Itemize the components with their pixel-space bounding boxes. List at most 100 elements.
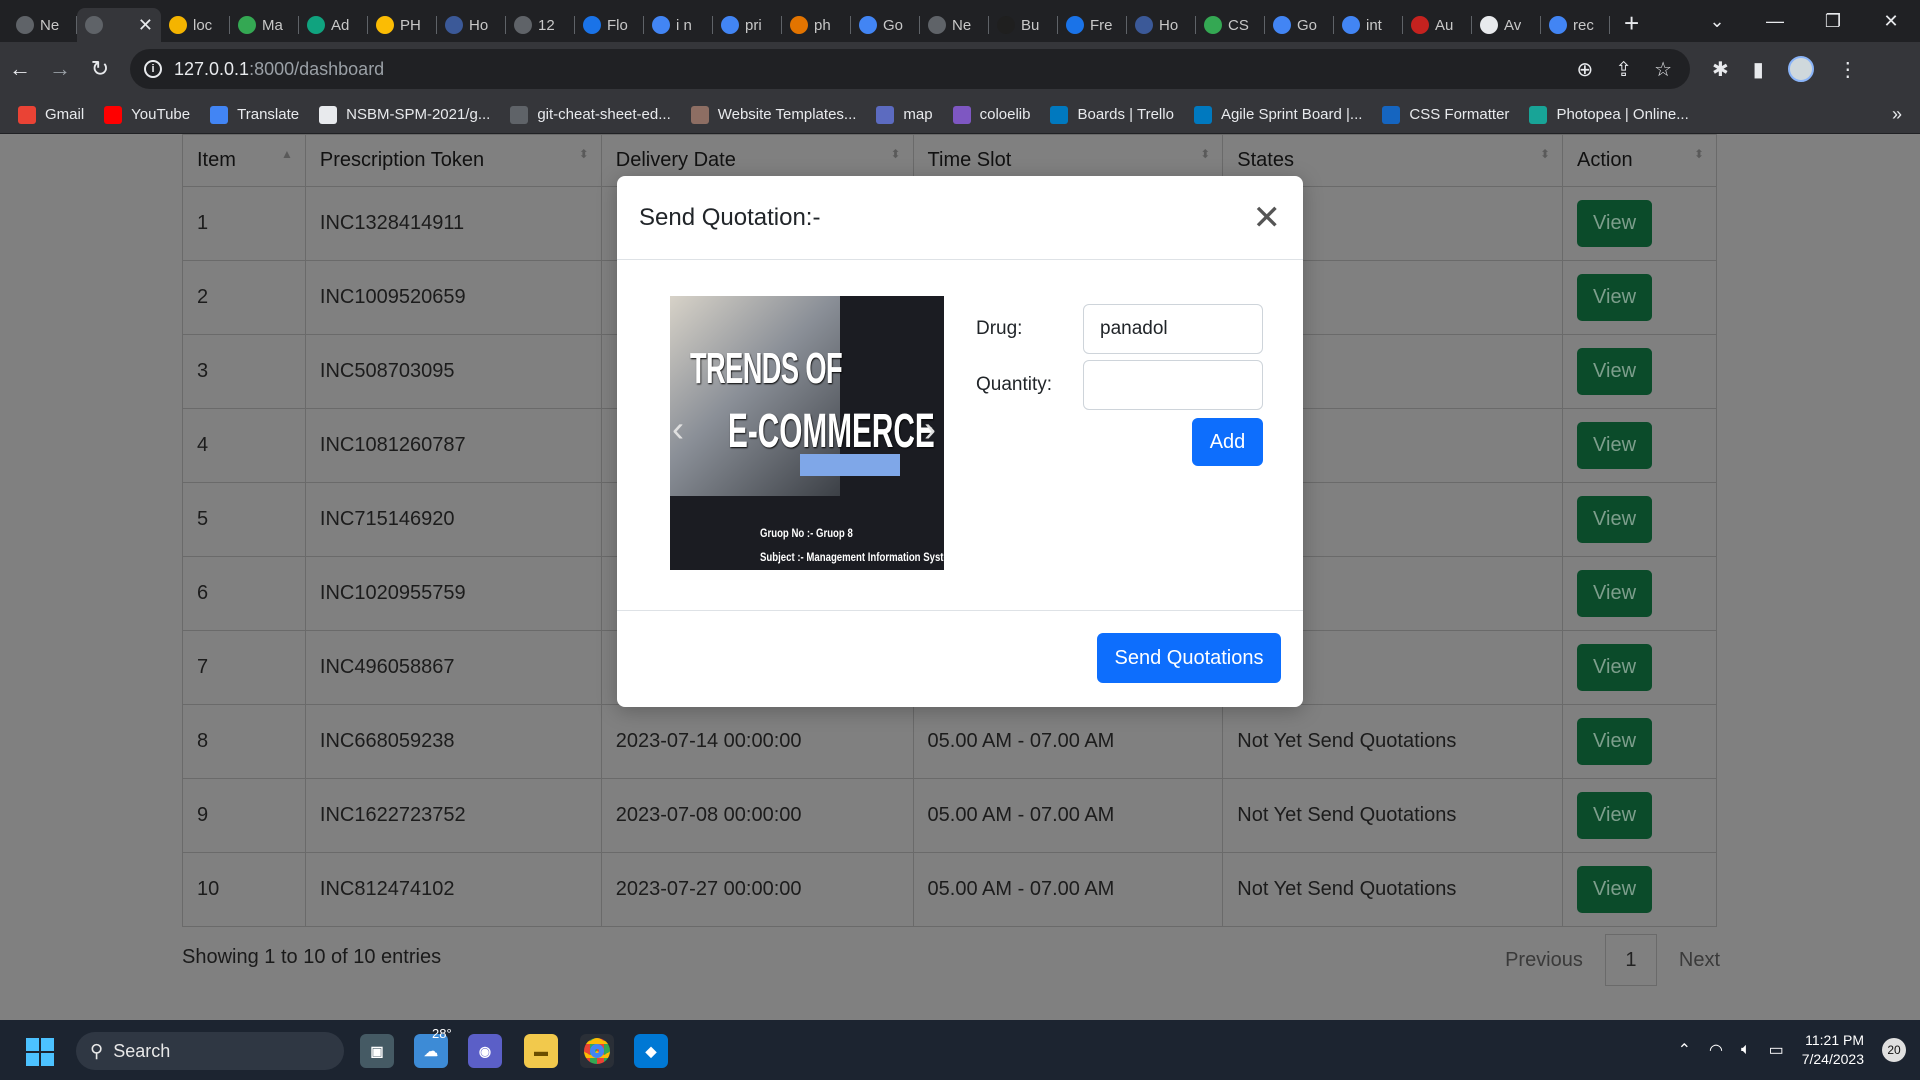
bookmark-item[interactable]: map bbox=[876, 105, 933, 124]
bookmark-star-icon[interactable]: ☆ bbox=[1654, 57, 1672, 82]
notification-badge[interactable]: 20 bbox=[1882, 1038, 1906, 1062]
add-drug-button[interactable]: Add bbox=[1192, 418, 1263, 466]
bookmark-label: CSS Formatter bbox=[1409, 106, 1510, 123]
view-button[interactable]: View bbox=[1577, 274, 1653, 321]
send-quotations-button[interactable]: Send Quotations bbox=[1097, 633, 1281, 683]
modal-title: Send Quotation:- bbox=[639, 203, 821, 231]
chrome-taskbar-icon[interactable] bbox=[580, 1034, 614, 1068]
close-icon[interactable]: ✕ bbox=[1253, 198, 1282, 238]
side-panel-icon[interactable]: ▮ bbox=[1753, 57, 1764, 82]
view-button[interactable]: View bbox=[1577, 422, 1653, 469]
browser-tab[interactable]: Ne bbox=[8, 8, 76, 42]
browser-tab[interactable]: ✕ bbox=[77, 8, 161, 42]
browser-tab[interactable]: Bu bbox=[989, 8, 1057, 42]
previous-page-button[interactable]: Previous bbox=[1505, 949, 1583, 972]
cell-item: 2 bbox=[182, 260, 306, 335]
bookmark-item[interactable]: Boards | Trello bbox=[1050, 105, 1174, 124]
browser-tab[interactable]: rec bbox=[1541, 8, 1609, 42]
bookmark-item[interactable]: CSS Formatter bbox=[1382, 105, 1510, 124]
extensions-icon[interactable]: ✱ bbox=[1712, 57, 1729, 82]
clock-date: 7/24/2023 bbox=[1801, 1051, 1864, 1067]
tab-favicon-icon bbox=[721, 16, 739, 34]
volume-icon[interactable]: 🔈︎ bbox=[1741, 1041, 1751, 1059]
column-header-item[interactable]: Item ▲ bbox=[182, 134, 306, 187]
browser-tab[interactable]: loc bbox=[161, 8, 229, 42]
forward-icon[interactable]: → bbox=[40, 56, 80, 82]
browser-tab[interactable]: Fre bbox=[1058, 8, 1126, 42]
carousel-prev-icon[interactable]: ‹ bbox=[672, 408, 684, 450]
browser-tab[interactable]: Ho bbox=[1127, 8, 1195, 42]
view-button[interactable]: View bbox=[1577, 792, 1653, 839]
chevron-up-icon[interactable]: ⌃ bbox=[1678, 1040, 1691, 1060]
bookmark-item[interactable]: coloelib bbox=[952, 105, 1030, 124]
windows-start-icon[interactable] bbox=[26, 1038, 54, 1066]
bookmark-item[interactable]: git-cheat-sheet-ed... bbox=[510, 105, 671, 124]
browser-tab[interactable]: int bbox=[1334, 8, 1402, 42]
address-bar[interactable]: i 127.0.0.1:8000/dashboard ⊕ ⇪ ☆ bbox=[130, 49, 1690, 89]
cell-token: INC496058867 bbox=[304, 630, 602, 705]
share-icon[interactable]: ⇪ bbox=[1615, 57, 1632, 82]
next-page-button[interactable]: Next bbox=[1679, 949, 1720, 972]
carousel-next-icon[interactable]: › bbox=[924, 408, 936, 450]
task-view-icon[interactable]: ▣ bbox=[360, 1034, 394, 1068]
bookmarks-bar: Gmail YouTube Translate NSBM-SPM-2021/g... g… bbox=[0, 96, 1920, 134]
view-button[interactable]: View bbox=[1577, 200, 1653, 247]
more-bookmarks-icon[interactable]: » bbox=[1892, 104, 1902, 125]
profile-avatar[interactable] bbox=[1787, 56, 1814, 82]
browser-tab[interactable]: CS bbox=[1196, 8, 1264, 42]
taskbar-search[interactable]: ⚲ Search bbox=[76, 1032, 344, 1070]
close-tab-icon[interactable]: ✕ bbox=[138, 15, 153, 36]
view-button[interactable]: View bbox=[1577, 718, 1653, 765]
vscode-icon[interactable]: ◆ bbox=[634, 1034, 668, 1068]
zoom-icon[interactable]: ⊕ bbox=[1577, 57, 1594, 82]
browser-tab[interactable]: ph bbox=[782, 8, 850, 42]
browser-tab[interactable]: Ho bbox=[437, 8, 505, 42]
clock[interactable]: 11:21 PM 7/24/2023 bbox=[1802, 1031, 1864, 1069]
file-explorer-icon[interactable]: ▬ bbox=[524, 1034, 558, 1068]
table-row: 8 INC668059238 2023-07-14 00:00:00 05.00 AM… bbox=[182, 704, 1717, 779]
restore-icon[interactable]: ❐ bbox=[1804, 11, 1862, 32]
bookmark-item[interactable]: NSBM-SPM-2021/g... bbox=[319, 105, 490, 124]
column-header-action[interactable]: Action ⬍ bbox=[1562, 134, 1717, 187]
chrome-menu-icon[interactable]: ⋮ bbox=[1838, 57, 1858, 82]
browser-tab[interactable]: Go bbox=[1265, 8, 1333, 42]
page-button[interactable]: 1 bbox=[1604, 934, 1657, 986]
teams-chat-icon[interactable]: ◉ bbox=[468, 1034, 502, 1068]
browser-tab[interactable]: 12 bbox=[506, 8, 574, 42]
url-path: :8000/dashboard bbox=[249, 58, 385, 79]
browser-tab[interactable]: Au bbox=[1403, 8, 1471, 42]
close-window-icon[interactable]: ✕ bbox=[1862, 11, 1920, 32]
reload-icon[interactable]: ↻ bbox=[80, 56, 120, 82]
browser-tab[interactable]: Flo bbox=[575, 8, 643, 42]
tab-search-icon[interactable]: ⌄ bbox=[1688, 11, 1746, 32]
view-button[interactable]: View bbox=[1577, 496, 1653, 543]
view-button[interactable]: View bbox=[1577, 866, 1653, 913]
bookmark-item[interactable]: Agile Sprint Board |... bbox=[1193, 105, 1362, 124]
view-button[interactable]: View bbox=[1577, 644, 1653, 691]
cell-item: 6 bbox=[182, 556, 306, 631]
bookmark-item[interactable]: Website Templates... bbox=[690, 105, 856, 124]
browser-tab[interactable]: Go bbox=[851, 8, 919, 42]
new-tab-icon[interactable]: + bbox=[1624, 8, 1639, 39]
view-button[interactable]: View bbox=[1577, 570, 1653, 617]
drug-input[interactable] bbox=[1083, 304, 1263, 354]
browser-tab[interactable]: Ma bbox=[230, 8, 298, 42]
battery-icon[interactable]: ▭ bbox=[1769, 1040, 1784, 1060]
browser-tab[interactable]: Av bbox=[1472, 8, 1540, 42]
bookmark-item[interactable]: YouTube bbox=[104, 105, 190, 124]
browser-tab[interactable]: i n bbox=[644, 8, 712, 42]
browser-tab[interactable]: PH bbox=[368, 8, 436, 42]
site-info-icon[interactable]: i bbox=[144, 60, 162, 78]
back-icon[interactable]: ← bbox=[0, 56, 40, 82]
quantity-input[interactable] bbox=[1083, 360, 1263, 410]
bookmark-item[interactable]: Photopea | Online... bbox=[1529, 105, 1689, 124]
view-button[interactable]: View bbox=[1577, 348, 1653, 395]
minimize-icon[interactable]: — bbox=[1746, 11, 1804, 32]
browser-tab[interactable]: pri bbox=[713, 8, 781, 42]
bookmark-item[interactable]: Gmail bbox=[18, 105, 84, 124]
browser-tab[interactable]: Ad bbox=[299, 8, 367, 42]
bookmark-item[interactable]: Translate bbox=[210, 105, 299, 124]
browser-tab[interactable]: Ne bbox=[920, 8, 988, 42]
wifi-icon[interactable]: ◠ bbox=[1709, 1040, 1723, 1060]
column-header-token[interactable]: Prescription Token ⬍ bbox=[304, 134, 602, 187]
